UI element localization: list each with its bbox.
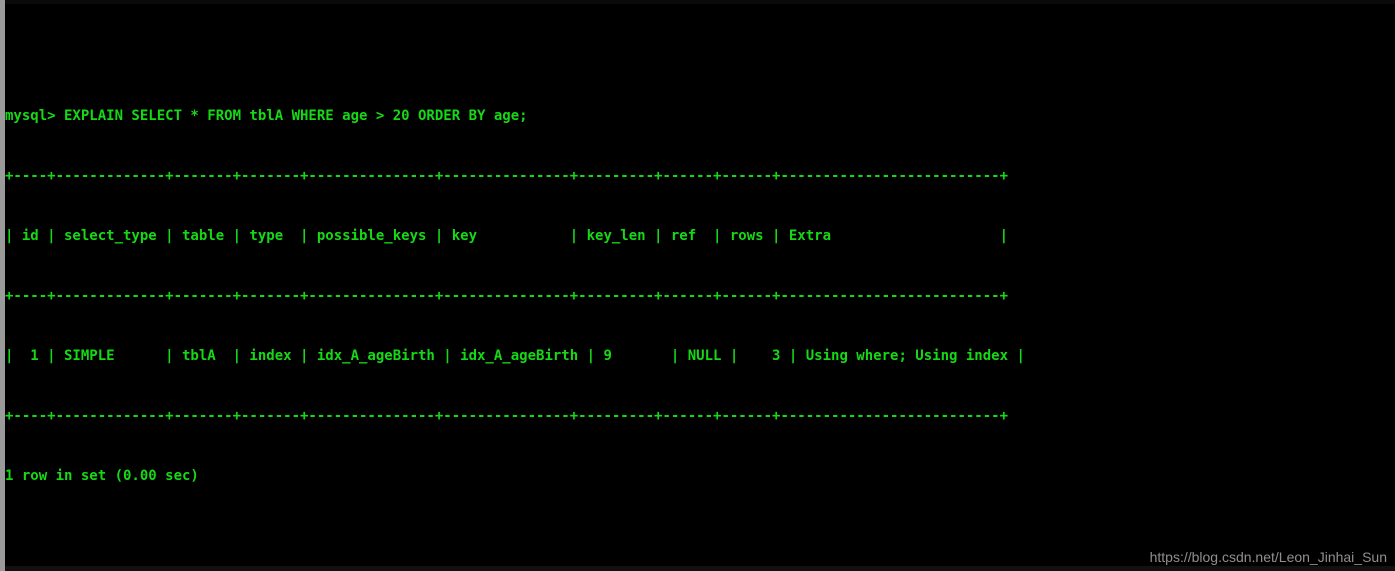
- terminal-screen[interactable]: mysql> EXPLAIN SELECT * FROM tblA WHERE …: [5, 6, 1395, 571]
- terminal-window[interactable]: mysql> EXPLAIN SELECT * FROM tblA WHERE …: [0, 0, 1395, 571]
- query-block-1: mysql> EXPLAIN SELECT * FROM tblA WHERE …: [5, 66, 1395, 526]
- table-separator-bottom: +----+-------------+-------+-------+----…: [5, 408, 1009, 424]
- table-header-row: | id | select_type | table | type | poss…: [5, 228, 1009, 244]
- command-line[interactable]: mysql> EXPLAIN SELECT * FROM tblA WHERE …: [5, 106, 1395, 126]
- table-separator-mid: +----+-------------+-------+-------+----…: [5, 288, 1009, 304]
- table-separator-top: +----+-------------+-------+-------+----…: [5, 168, 1009, 184]
- table-row: | 1 | SIMPLE | tblA | index | idx_A_ageB…: [5, 348, 1025, 364]
- watermark-text: https://blog.csdn.net/Leon_Jinhai_Sun: [1149, 549, 1387, 565]
- window-top-edge: [5, 0, 1395, 4]
- result-status: 1 row in set (0.00 sec): [5, 468, 199, 484]
- window-bottom-edge: [5, 566, 1395, 571]
